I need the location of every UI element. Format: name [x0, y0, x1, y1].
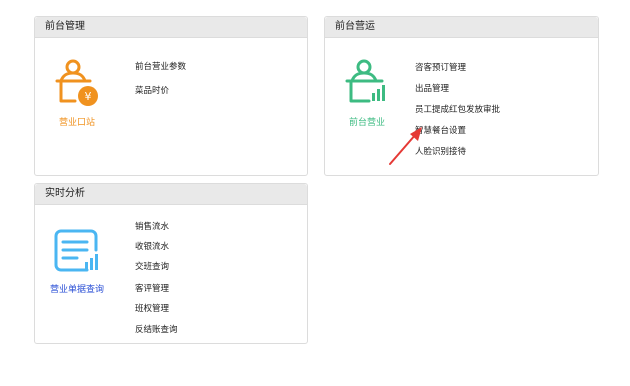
front-management-panel: 前台管理 ¥ 营业口站 前台营业参数 菜品时价: [34, 16, 308, 176]
link-reverse-checkout-query[interactable]: 反结账查询: [135, 323, 178, 335]
cashier-desk-icon: ¥: [55, 59, 98, 106]
realtime-analysis-title: 实时分析: [35, 184, 307, 205]
business-station-tile[interactable]: ¥ 营业口站: [43, 57, 111, 128]
front-operations-panel: 前台营运 前台营业 咨客预订管理 出品管理 员工提成红包发放审批 智慧餐台设置 …: [324, 16, 599, 176]
counter-chart-icon: [345, 59, 385, 103]
link-sales-flow[interactable]: 销售流水: [135, 220, 169, 232]
link-guest-review-management[interactable]: 客评管理: [135, 282, 169, 294]
link-permission-management[interactable]: 班权管理: [135, 302, 169, 314]
link-shift-handover-query[interactable]: 交班查询: [135, 260, 169, 272]
svg-text:¥: ¥: [85, 90, 92, 103]
pointer-arrow-icon: [389, 127, 422, 165]
business-station-caption: 营业口站: [58, 118, 95, 128]
link-dish-output-management[interactable]: 出品管理: [415, 82, 449, 94]
link-guest-booking-management[interactable]: 咨客预订管理: [415, 61, 466, 73]
report-document-icon: [54, 229, 98, 272]
business-document-query-caption: 营业单据查询: [49, 285, 104, 295]
front-operations-title: 前台营运: [325, 17, 598, 38]
link-staff-bonus-approval[interactable]: 员工提成红包发放审批: [415, 103, 500, 115]
link-front-business-params[interactable]: 前台营业参数: [135, 60, 186, 72]
link-cashier-flow[interactable]: 收银流水: [135, 240, 169, 252]
front-management-title: 前台管理: [35, 17, 307, 38]
business-document-query-tile[interactable]: 营业单据查询: [41, 228, 113, 295]
realtime-analysis-panel: 实时分析 营业单据查询 销售流水 收银流水 交班查询 客评管理 班权管理 反结账…: [34, 183, 308, 344]
link-dish-market-price[interactable]: 菜品时价: [135, 84, 169, 96]
front-business-tile[interactable]: 前台营业: [333, 57, 401, 128]
